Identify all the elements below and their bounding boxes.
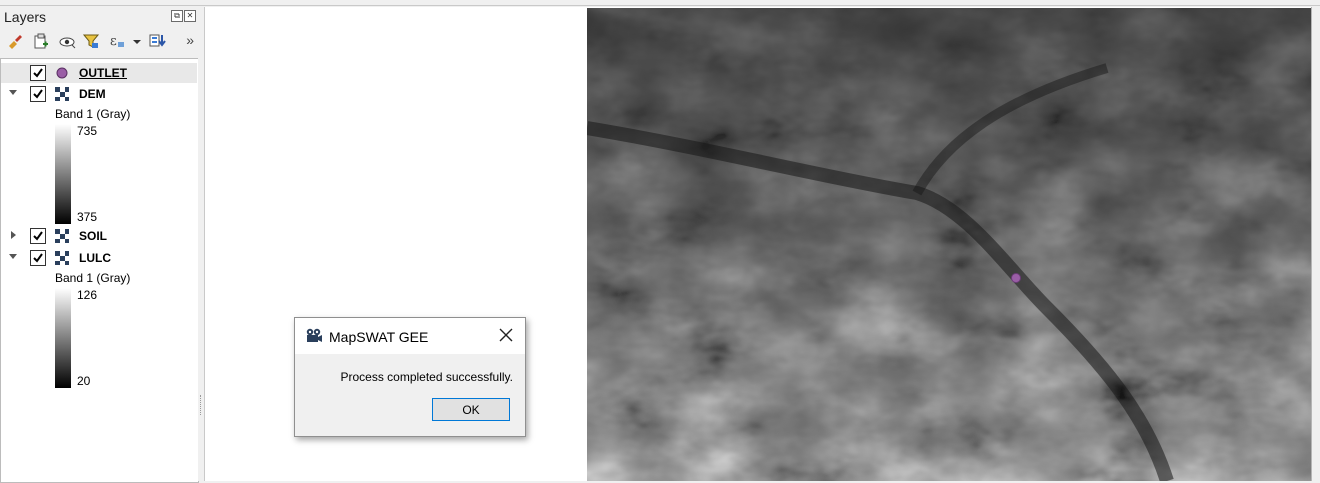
canvas-right-border — [1311, 7, 1320, 481]
layer-visibility-checkbox[interactable] — [30, 228, 46, 244]
ramp-max-label: 126 — [77, 288, 98, 302]
dialog-message: Process completed successfully. — [340, 370, 513, 384]
move-to-bottom-icon[interactable] — [148, 32, 166, 50]
layer-tree: OUTLET DEM Band 1 (Gray) 735 375 SOIL LU… — [0, 58, 199, 483]
raster-layer-icon — [55, 229, 69, 243]
svg-text:ε: ε — [110, 34, 117, 49]
dialog-title: MapSWAT GEE — [329, 329, 429, 345]
raster-layer-icon — [55, 251, 69, 265]
layers-panel: Layers ⧉ ✕ ε » OUTLET DEM Band 1 (Gray) … — [0, 6, 199, 483]
splitter-handle[interactable] — [200, 395, 203, 415]
layers-toolbar: ε » — [4, 30, 196, 52]
collapse-arrow-icon[interactable] — [9, 254, 17, 259]
message-dialog: MapSWAT GEE Process completed successful… — [294, 317, 526, 437]
gray-color-ramp — [55, 288, 71, 388]
chevron-down-icon[interactable] — [128, 32, 141, 50]
visibility-eye-icon[interactable] — [58, 32, 76, 50]
ramp-min-label: 20 — [77, 374, 91, 388]
add-group-icon[interactable] — [32, 32, 50, 50]
close-panel-icon[interactable]: ✕ — [184, 10, 196, 22]
dialog-titlebar[interactable]: MapSWAT GEE — [295, 318, 525, 354]
style-paint-icon[interactable] — [6, 32, 24, 50]
band-label: Band 1 (Gray) — [55, 271, 131, 285]
layer-row-lulc[interactable]: LULC — [1, 248, 197, 268]
layer-row-outlet[interactable]: OUTLET — [1, 63, 197, 83]
layer-name: DEM — [79, 87, 106, 101]
panel-window-buttons: ⧉ ✕ — [171, 10, 196, 22]
layer-visibility-checkbox[interactable] — [30, 86, 46, 102]
gray-color-ramp — [55, 124, 71, 224]
layer-row-soil[interactable]: SOIL — [1, 226, 197, 246]
expand-arrow-icon[interactable] — [11, 231, 16, 239]
collapse-arrow-icon[interactable] — [9, 90, 17, 95]
float-panel-icon[interactable]: ⧉ — [171, 10, 183, 22]
layer-visibility-checkbox[interactable] — [30, 65, 46, 81]
layer-name: SOIL — [79, 229, 108, 243]
ok-button[interactable]: OK — [432, 398, 510, 421]
layer-row-dem[interactable]: DEM — [1, 84, 197, 104]
layer-visibility-checkbox[interactable] — [30, 250, 46, 266]
panel-title: Layers — [4, 9, 47, 25]
layer-name: LULC — [79, 251, 111, 265]
outlet-point-marker[interactable] — [1011, 273, 1021, 283]
plugin-app-icon — [305, 328, 323, 344]
ramp-max-label: 735 — [77, 124, 98, 138]
raster-layer-icon — [55, 87, 69, 101]
band-label: Band 1 (Gray) — [55, 107, 131, 121]
close-icon[interactable] — [497, 326, 515, 344]
layer-name: OUTLET — [79, 66, 127, 80]
expression-filter-icon[interactable]: ε — [108, 32, 126, 50]
more-tools-button[interactable]: » — [186, 32, 194, 48]
point-layer-icon — [55, 66, 69, 80]
ramp-min-label: 375 — [77, 210, 98, 224]
dem-raster-image — [587, 8, 1311, 481]
filter-icon[interactable] — [82, 32, 100, 50]
